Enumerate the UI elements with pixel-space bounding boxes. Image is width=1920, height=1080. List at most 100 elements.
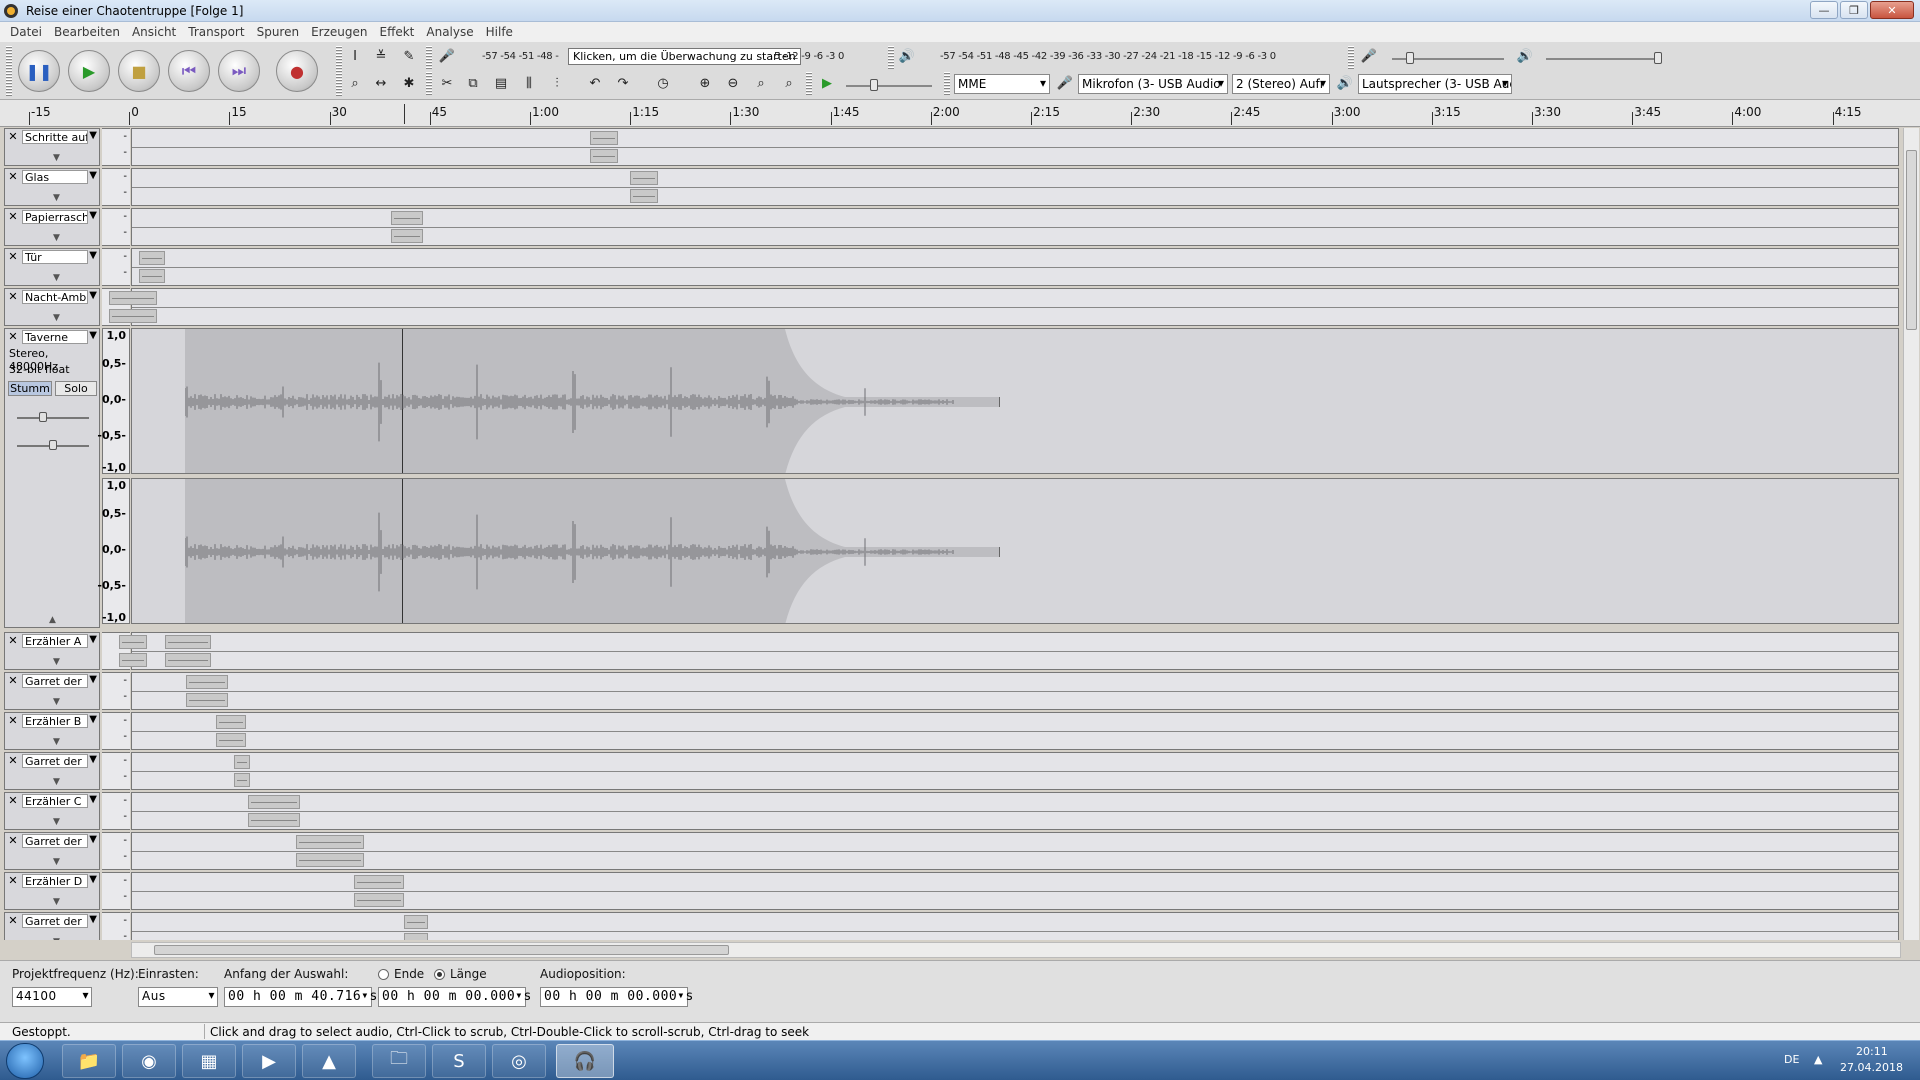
track-name[interactable]: Garret der xyxy=(22,674,88,688)
audio-clip[interactable] xyxy=(185,329,1000,473)
track-lane[interactable] xyxy=(131,672,1899,710)
audio-clip[interactable] xyxy=(139,269,165,283)
track-close-icon[interactable]: ✕ xyxy=(7,251,19,263)
audio-clip[interactable] xyxy=(216,715,246,729)
fit-project-button[interactable]: ⌕ xyxy=(778,72,800,94)
track-name[interactable]: Erzähler A xyxy=(22,634,88,648)
track-control-panel[interactable]: ✕ Papierrasch ▼ ▼ xyxy=(4,208,100,246)
zoom-out-button[interactable]: ⊖ xyxy=(722,72,744,94)
length-radio[interactable] xyxy=(434,969,445,980)
audio-clip[interactable] xyxy=(391,229,423,243)
envelope-tool[interactable]: ≚ xyxy=(370,45,392,67)
audio-clip[interactable] xyxy=(248,795,300,809)
track-control-panel[interactable]: ✕ Erzähler D ▼ ▼ xyxy=(4,872,100,910)
menu-transport[interactable]: Transport xyxy=(182,25,250,39)
timeline-ruler[interactable]: -15 0 15 30 45 1:00 1:15 1:30 1:45 2:00 2:15 2:30 2:… xyxy=(0,100,1920,127)
track-control-panel[interactable]: ✕ Schritte auf ▼ ▼ xyxy=(4,128,100,166)
play-speed-slider[interactable] xyxy=(846,79,932,91)
start-button[interactable] xyxy=(6,1043,44,1079)
menu-hilfe[interactable]: Hilfe xyxy=(480,25,519,39)
toolbar-grip[interactable] xyxy=(806,72,812,96)
minimize-button[interactable]: — xyxy=(1810,1,1838,19)
track-lane[interactable] xyxy=(131,752,1899,790)
zoom-tool[interactable]: ⌕ xyxy=(344,72,366,94)
collapse-arrow-icon[interactable]: ▼ xyxy=(53,857,60,867)
silence-button[interactable]: ⫶ xyxy=(546,72,568,94)
playback-meter-scale[interactable]: -57 -54 -51 -48 -45 -42 -39 -36 -33 -30 … xyxy=(940,47,1276,65)
track-control-panel[interactable]: ✕ Erzähler A ▼ ▼ xyxy=(4,632,100,670)
track-menu-icon[interactable]: ▼ xyxy=(89,330,97,341)
vlc-icon[interactable]: ▲ xyxy=(302,1044,356,1078)
audio-clip[interactable] xyxy=(404,933,428,940)
track-name[interactable]: Erzähler B xyxy=(22,714,88,728)
track-control-panel[interactable]: ✕Garret der▼▼ xyxy=(4,912,100,940)
audio-clip[interactable] xyxy=(186,675,228,689)
track-menu-icon[interactable]: ▼ xyxy=(89,674,97,685)
clock-date[interactable]: 27.04.2018 xyxy=(1840,1061,1903,1074)
mute-button[interactable]: Stumm xyxy=(8,381,52,396)
track-control-panel[interactable]: ✕ Tür ▼ ▼ xyxy=(4,248,100,286)
track-menu-icon[interactable]: ▼ xyxy=(89,250,97,261)
audio-clip[interactable] xyxy=(234,773,250,787)
maximize-button[interactable]: ❐ xyxy=(1840,1,1868,19)
playback-meter-button[interactable]: 🔊 xyxy=(896,45,918,67)
track-lane[interactable] xyxy=(131,912,1899,940)
collapse-arrow-icon[interactable]: ▼ xyxy=(53,777,60,787)
scroll-thumb[interactable] xyxy=(1906,150,1917,330)
audio-clip[interactable] xyxy=(109,291,157,305)
collapse-arrow-icon[interactable]: ▼ xyxy=(53,817,60,827)
record-button[interactable]: ● xyxy=(276,50,318,92)
play-button[interactable]: ▶ xyxy=(68,50,110,92)
menu-bearbeiten[interactable]: Bearbeiten xyxy=(48,25,126,39)
menu-analyse[interactable]: Analyse xyxy=(420,25,479,39)
audio-clip[interactable] xyxy=(630,189,658,203)
track-name[interactable]: Glas xyxy=(22,170,88,184)
stop-button[interactable]: ■ xyxy=(118,50,160,92)
track-name[interactable]: Garret der xyxy=(22,754,88,768)
audio-clip[interactable] xyxy=(590,149,618,163)
audio-clip[interactable] xyxy=(404,915,428,929)
firefox-icon[interactable]: ◉ xyxy=(122,1044,176,1078)
undo-button[interactable]: ↶ xyxy=(584,72,606,94)
menu-datei[interactable]: Datei xyxy=(4,25,48,39)
copy-button[interactable]: ⧉ xyxy=(462,72,484,94)
language-indicator[interactable]: DE xyxy=(1784,1053,1799,1066)
track-control-panel[interactable]: ✕ Nacht-Ambi ▼ ▼ xyxy=(4,288,100,326)
track-control-panel[interactable]: ✕Garret der▼▼ xyxy=(4,672,100,710)
track-menu-icon[interactable]: ▼ xyxy=(89,210,97,221)
selection-length-field[interactable]: 00 h 00 m 00.000 s xyxy=(378,987,531,1007)
output-device-select[interactable]: Lautsprecher (3- USB Auc xyxy=(1358,74,1512,94)
collapse-arrow-icon[interactable]: ▼ xyxy=(53,273,60,283)
toolbar-grip[interactable] xyxy=(1348,46,1354,70)
menu-ansicht[interactable]: Ansicht xyxy=(126,25,182,39)
zoom-in-button[interactable]: ⊕ xyxy=(694,72,716,94)
input-volume-slider[interactable] xyxy=(1392,52,1504,64)
draw-tool[interactable]: ✎ xyxy=(398,45,420,67)
track-menu-icon[interactable]: ▼ xyxy=(89,170,97,181)
audio-clip[interactable] xyxy=(119,653,147,667)
record-meter-scale-right[interactable]: 5 -12 -9 -6 -3 0 xyxy=(774,47,844,65)
output-volume-slider[interactable] xyxy=(1546,52,1662,64)
toolbar-grip[interactable] xyxy=(888,46,894,70)
track-name[interactable]: Erzähler C xyxy=(22,794,88,808)
skip-end-button[interactable]: ⏭ xyxy=(218,50,260,92)
trim-button[interactable]: ⫼ xyxy=(518,72,540,94)
audio-clip[interactable] xyxy=(216,733,246,747)
track-control-panel[interactable]: ✕ Taverne ▼ Stereo, 48000Hz 32-bit float Stum… xyxy=(4,328,100,628)
audio-clip[interactable] xyxy=(185,479,1000,623)
track-close-icon[interactable]: ✕ xyxy=(7,835,19,847)
collapse-arrow-icon[interactable]: ▲ xyxy=(49,615,56,625)
track-lane[interactable] xyxy=(131,712,1899,750)
track-control-panel[interactable]: ✕ Erzähler B ▼ ▼ xyxy=(4,712,100,750)
skip-start-button[interactable]: ⏮ xyxy=(168,50,210,92)
input-device-select[interactable]: Mikrofon (3- USB Audio xyxy=(1078,74,1228,94)
play-at-speed-button[interactable]: ▶ xyxy=(816,72,838,94)
collapse-arrow-icon[interactable]: ▼ xyxy=(53,697,60,707)
selection-start-field[interactable]: 00 h 00 m 40.716 s xyxy=(224,987,377,1007)
track-control-panel[interactable]: ✕Garret der▼▼ xyxy=(4,832,100,870)
track-close-icon[interactable]: ✕ xyxy=(7,795,19,807)
track-menu-icon[interactable]: ▼ xyxy=(89,754,97,765)
audio-host-select[interactable]: MME xyxy=(954,74,1050,94)
toolbar-grip[interactable] xyxy=(944,72,950,96)
track-menu-icon[interactable]: ▼ xyxy=(89,130,97,141)
